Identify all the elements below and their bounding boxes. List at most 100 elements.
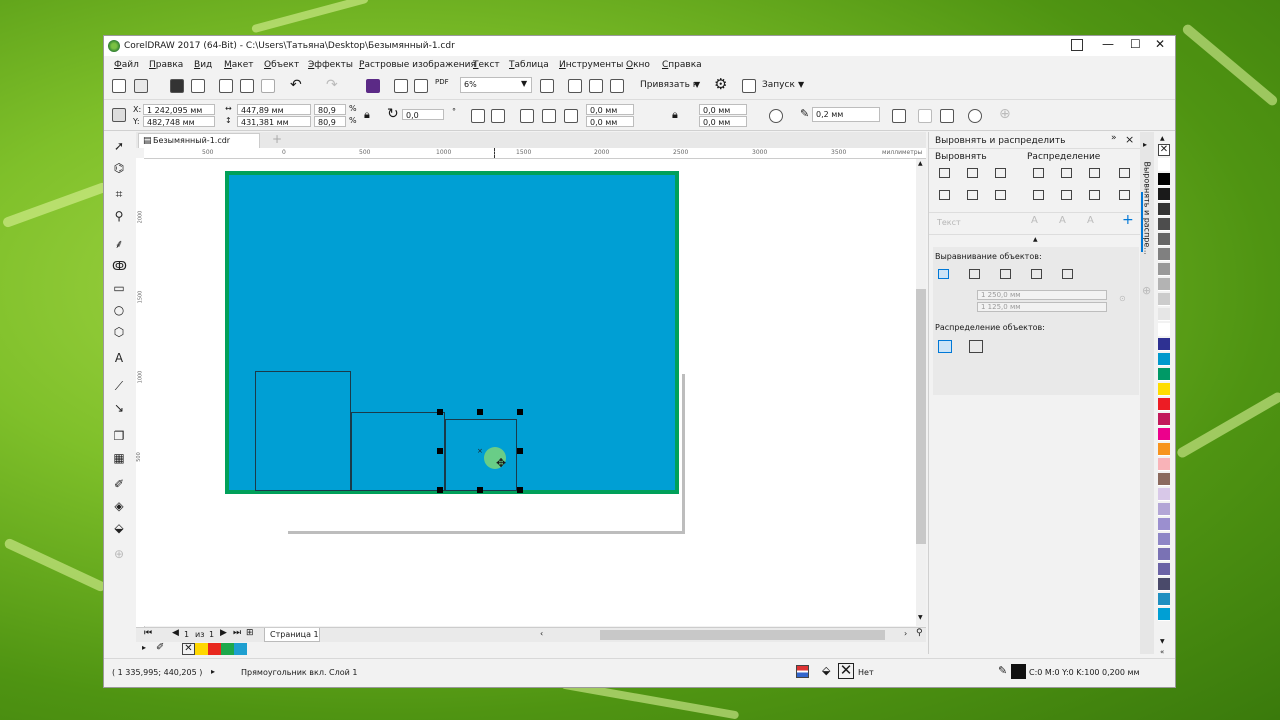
color-swatch[interactable] — [1158, 608, 1170, 621]
color-swatch[interactable] — [1158, 353, 1170, 366]
color-swatch[interactable] — [1158, 248, 1170, 261]
color-swatch[interactable] — [1158, 233, 1170, 246]
freehand-tool-icon[interactable]: ⸙ — [112, 237, 126, 251]
scroll-left-icon[interactable]: ‹ — [540, 629, 543, 638]
menu-text[interactable]: Текст — [473, 60, 500, 70]
color-swatch[interactable] — [1158, 338, 1170, 351]
eyedropper-icon[interactable]: ✐ — [112, 477, 126, 491]
mirror-horizontal-icon[interactable] — [471, 109, 485, 123]
minimize-button[interactable]: — — [1102, 37, 1114, 51]
page-edge-icon[interactable] — [969, 269, 980, 279]
scroll-up-icon[interactable]: ▲ — [918, 160, 923, 167]
interactive-fill-icon[interactable]: ◈ — [112, 499, 126, 513]
mirror-vertical-icon[interactable] — [491, 109, 505, 123]
distribute-right-icon[interactable] — [1119, 168, 1130, 178]
color-swatch[interactable] — [1158, 203, 1170, 216]
corner-radius-top-left-field[interactable]: 0,0 мм — [586, 104, 634, 115]
print-icon[interactable] — [191, 79, 205, 93]
align-center-vertical-icon[interactable] — [967, 190, 978, 200]
page-tab[interactable]: Страница 1 — [264, 628, 320, 642]
menu-layout[interactable]: Макет — [224, 60, 254, 70]
add-icon[interactable]: ⊕ — [999, 106, 1011, 122]
eyedropper-icon[interactable]: ✐ — [156, 642, 164, 653]
palette-expand-icon[interactable]: ▸ — [142, 643, 146, 652]
color-swatch[interactable] — [1158, 218, 1170, 231]
distribute-center-icon[interactable] — [1061, 168, 1072, 178]
export-icon[interactable] — [414, 79, 428, 93]
color-swatch[interactable] — [1158, 173, 1170, 186]
color-swatch[interactable] — [1158, 578, 1170, 591]
smart-fill-icon[interactable]: ⬙ — [112, 521, 126, 535]
close-button[interactable]: ✕ — [1155, 37, 1165, 51]
color-swatch[interactable] — [1158, 368, 1170, 381]
menu-edit[interactable]: Правка — [149, 60, 183, 70]
extent-of-page-icon[interactable] — [969, 340, 983, 353]
color-swatch[interactable] — [1158, 323, 1170, 336]
grid-icon[interactable] — [1031, 269, 1042, 279]
active-objects-icon[interactable] — [938, 269, 949, 279]
maximize-button[interactable]: ☐ — [1130, 37, 1141, 51]
color-swatch[interactable] — [1158, 488, 1170, 501]
color-swatch[interactable] — [1158, 458, 1170, 471]
color-swatch[interactable] — [1158, 533, 1170, 546]
crop-tool-icon[interactable]: ⌗ — [112, 187, 126, 201]
height-field[interactable]: 431,381 мм — [237, 116, 311, 127]
rectangle-tool-icon[interactable]: ▭ — [112, 281, 126, 295]
color-swatch[interactable] — [1158, 503, 1170, 516]
polygon-tool-icon[interactable]: ⬡ — [112, 325, 126, 339]
next-page-icon[interactable]: ▶ — [220, 628, 227, 638]
pick-tool-icon[interactable]: ➚ — [112, 139, 126, 153]
zoom-tool-icon[interactable]: ⚲ — [112, 209, 126, 223]
text-bbox-icon[interactable]: A — [1087, 215, 1094, 226]
text-tool-icon[interactable]: A — [112, 351, 126, 365]
relative-corner-scaling-icon[interactable] — [769, 109, 783, 123]
color-swatch[interactable] — [1158, 473, 1170, 486]
text-line-icon[interactable]: A — [1059, 215, 1066, 226]
add-page-icon[interactable]: ⊞ — [246, 628, 254, 638]
new-document-icon[interactable] — [112, 79, 126, 93]
doc-swatch[interactable] — [221, 643, 234, 655]
rectangle-shape[interactable] — [255, 371, 351, 491]
scale-y-field[interactable]: 80,9 — [314, 116, 346, 127]
color-swatch[interactable] — [1158, 593, 1170, 606]
chevron-down-icon[interactable]: ▼ — [798, 80, 804, 89]
align-right-icon[interactable] — [995, 168, 1006, 178]
drop-shadow-icon[interactable]: ❐ — [112, 429, 126, 443]
menu-object[interactable]: Объект — [264, 60, 299, 70]
color-swatch[interactable] — [1158, 188, 1170, 201]
snap-to-dropdown[interactable]: Привязать к — [640, 80, 698, 90]
import-icon[interactable] — [394, 79, 408, 93]
no-fill-swatch[interactable]: ✕ — [838, 663, 854, 679]
color-swatch[interactable] — [1158, 563, 1170, 576]
open-icon[interactable] — [134, 79, 148, 93]
distribute-middle-icon[interactable] — [1061, 190, 1072, 200]
horizontal-scrollbar-thumb[interactable] — [600, 630, 885, 640]
color-swatch[interactable] — [1158, 308, 1170, 321]
align-top-icon[interactable] — [939, 190, 950, 200]
menu-bitmaps[interactable]: Растровые изображения — [359, 60, 476, 70]
scalloped-corner-icon[interactable] — [542, 109, 556, 123]
palette-scroll-down-icon[interactable]: ▼ — [1160, 638, 1165, 645]
convert-to-curves-icon[interactable] — [968, 109, 982, 123]
rotation-angle-field[interactable]: 0,0 — [402, 109, 444, 120]
menu-window[interactable]: Окно — [626, 60, 650, 70]
palette-scroll-up-icon[interactable]: ▲ — [1160, 135, 1165, 142]
new-tab-icon[interactable]: + — [272, 132, 282, 146]
width-field[interactable]: 447,89 мм — [237, 104, 311, 115]
color-swatch[interactable] — [1158, 518, 1170, 531]
coord-x-field[interactable]: 1 250,0 мм — [977, 290, 1107, 300]
distribute-left-icon[interactable] — [1033, 168, 1044, 178]
selection-handle[interactable] — [517, 487, 523, 493]
lock-corners-icon[interactable]: 🔒︎ — [672, 108, 678, 122]
y-position-field[interactable]: 482,748 мм — [143, 116, 215, 127]
selection-handle[interactable] — [437, 409, 443, 415]
color-proofing-icon[interactable] — [796, 665, 809, 678]
color-swatch[interactable] — [1158, 278, 1170, 291]
scale-x-field[interactable]: 80,9 — [314, 104, 346, 115]
rotate-icon[interactable]: ↻ — [387, 106, 399, 122]
add-tool-icon[interactable]: ⊕ — [112, 547, 126, 561]
doc-swatch[interactable] — [234, 643, 247, 655]
artistic-media-icon[interactable]: ↂ — [112, 259, 127, 273]
launch-button[interactable]: Запуск — [762, 80, 795, 90]
text-baseline-icon[interactable]: A — [1031, 215, 1038, 226]
